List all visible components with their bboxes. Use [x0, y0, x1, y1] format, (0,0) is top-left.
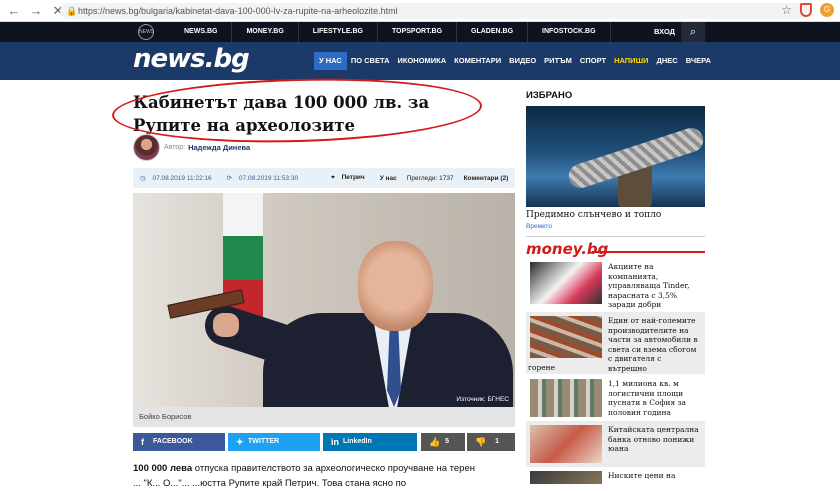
article-meta-bar: ◷ 07.08.2019 11:22:16 ⟳ 07.08.2019 11:53…: [133, 168, 515, 188]
like-count: 5: [445, 438, 449, 445]
money-bg-rule: [592, 251, 705, 253]
news-headline-continued: горене: [528, 363, 556, 372]
bookmark-star-icon[interactable]: ☆: [781, 3, 792, 17]
nav-item-u-nas[interactable]: У НАС: [314, 52, 347, 70]
dislike-count: 1: [495, 438, 499, 445]
nav-item-video[interactable]: ВИДЕО: [505, 52, 540, 70]
section-menu: У НАС ПО СВЕТА ИКОНОМИКА КОМЕНТАРИ ВИДЕО…: [314, 52, 715, 70]
brave-shield-icon[interactable]: [800, 3, 812, 17]
like-button[interactable]: 👍 5: [421, 433, 465, 451]
updated-date-text: 07.08.2019 11:53:30: [238, 175, 299, 182]
comments-link[interactable]: Коментари (2): [459, 175, 514, 182]
browser-actions: ☆ G: [781, 3, 834, 17]
photo-caption: Бойко Борисов: [133, 407, 515, 427]
url-text: https://news.bg/bulgaria/kabinetat-dava-…: [78, 6, 398, 16]
photo-head: [358, 241, 433, 331]
back-icon[interactable]: ←: [6, 3, 22, 19]
browser-toolbar: ← → ✕ 🔒 https://news.bg/bulgaria/kabinet…: [0, 0, 840, 22]
nav-item-komentari[interactable]: КОМЕНТАРИ: [450, 52, 505, 70]
network-link-lifestylebg[interactable]: LIFESTYLE.BG: [299, 22, 378, 42]
featured-image[interactable]: [526, 106, 705, 207]
news-thumbnail: [530, 425, 602, 463]
photo-source: Източник: БГНЕС: [456, 396, 509, 403]
share-facebook-button[interactable]: f FACEBOOK: [133, 433, 225, 451]
network-globe-icon[interactable]: NEWS: [138, 24, 154, 40]
sidebar-divider: [526, 236, 705, 237]
location-text: Петрич: [341, 174, 365, 181]
search-icon[interactable]: ⌕: [681, 22, 705, 42]
network-links: NEWS.BG MONEY.BG LIFESTYLE.BG TOPSPORT.B…: [170, 22, 611, 42]
news-headline: 1,1 милиона кв. м логистични площи пусна…: [608, 379, 687, 417]
featured-headline-link[interactable]: Предимно слънчево и топло: [526, 210, 661, 220]
featured-section-title: ИЗБРАНО: [526, 90, 573, 101]
lock-icon: 🔒: [66, 6, 78, 16]
network-link-topsportbg[interactable]: TOPSPORT.BG: [378, 22, 458, 42]
news-headline: Китайската централна банка отново понижи…: [608, 425, 699, 453]
nav-item-napishi[interactable]: НАПИШИ: [610, 52, 652, 70]
thumbs-up-icon: 👍: [429, 437, 441, 447]
updated-date: ⟳ 07.08.2019 11:53:30: [222, 174, 308, 182]
network-link-newsbg[interactable]: NEWS.BG: [170, 22, 233, 42]
nav-item-ikonomika[interactable]: ИКОНОМИКА: [393, 52, 450, 70]
location-tag[interactable]: ⌖ Петрич: [326, 174, 375, 182]
profile-avatar[interactable]: G: [820, 3, 834, 17]
author-avatar[interactable]: [133, 134, 160, 161]
photo-hand: [213, 313, 239, 337]
views-count: Прегледи: 1737: [406, 174, 454, 182]
lead-text: отпуска правителството за археологическо…: [192, 463, 475, 474]
article-body: 100 000 лева отпуска правителството за а…: [133, 461, 515, 491]
published-date: ◷ 07.08.2019 11:22:16: [135, 174, 222, 182]
main-nav: news.bg У НАС ПО СВЕТА ИКОНОМИКА КОМЕНТА…: [0, 42, 840, 80]
published-date-text: 07.08.2019 11:22:16: [152, 175, 212, 182]
money-bg-logo[interactable]: money.bg: [526, 240, 608, 258]
share-twitter-label: TWITTER: [248, 438, 280, 445]
author-name-link[interactable]: Надежда Динева: [188, 143, 250, 152]
thumbs-down-icon: 👎: [475, 437, 487, 447]
category-link[interactable]: У нас: [375, 175, 402, 182]
nav-item-po-sveta[interactable]: ПО СВЕТА: [347, 52, 394, 70]
dislike-button[interactable]: 👎 1: [467, 433, 515, 451]
address-bar[interactable]: 🔒 https://news.bg/bulgaria/kabinetat-dav…: [60, 3, 810, 19]
nav-item-vchera[interactable]: ВЧЕРА: [682, 52, 715, 70]
nav-item-sport[interactable]: СПОРТ: [576, 52, 610, 70]
network-link-gladenbg[interactable]: GLADEN.BG: [457, 22, 529, 42]
share-linkedin-button[interactable]: in LinkedIn: [323, 433, 417, 451]
money-news-item[interactable]: Акциите на компанията, управляваща Tinde…: [526, 258, 705, 319]
network-link-moneybg[interactable]: MONEY.BG: [232, 22, 299, 42]
article-photo: Източник: БГНЕС: [133, 193, 515, 407]
lead-bold: 100 000 лева: [133, 463, 193, 474]
news-thumbnail: [530, 316, 602, 358]
featured-tag-link[interactable]: Времето: [526, 223, 552, 230]
share-twitter-button[interactable]: ✦ TWITTER: [228, 433, 320, 451]
money-news-item[interactable]: 1,1 милиона кв. м логистични площи пусна…: [526, 375, 705, 421]
twitter-icon: ✦: [236, 437, 244, 447]
linkedin-icon: in: [331, 437, 339, 447]
nav-item-ritam[interactable]: РИТЪМ: [540, 52, 576, 70]
site-logo[interactable]: news.bg: [133, 44, 250, 74]
news-thumbnail: [530, 471, 602, 484]
nav-item-dnes[interactable]: ДНЕС: [653, 52, 682, 70]
share-facebook-label: FACEBOOK: [153, 438, 193, 445]
news-headline: Един от най-големите производителите на …: [608, 316, 698, 373]
author-label: Автор:: [164, 144, 186, 151]
news-headline: Акциите на компанията, управляваща Tinde…: [608, 262, 698, 319]
author-block: Автор: Надежда Динева: [133, 134, 250, 161]
share-linkedin-label: LinkedIn: [343, 438, 372, 445]
forward-icon[interactable]: →: [28, 3, 44, 19]
login-link[interactable]: ВХОД: [654, 22, 675, 42]
news-thumbnail: [530, 262, 602, 304]
news-headline: Ниските цени на петрола накарат повече щ…: [608, 471, 676, 484]
network-nav: NEWS NEWS.BG MONEY.BG LIFESTYLE.BG TOPSP…: [0, 22, 840, 42]
money-news-item[interactable]: Ниските цени на петрола накарат повече щ…: [526, 467, 705, 484]
news-thumbnail: [530, 379, 602, 417]
facebook-icon: f: [141, 437, 144, 447]
money-news-item[interactable]: Китайската централна банка отново понижи…: [526, 421, 705, 467]
money-news-item[interactable]: Един от най-големите производителите на …: [526, 312, 705, 374]
network-link-infostockbg[interactable]: INFOSTOCK.BG: [528, 22, 611, 42]
